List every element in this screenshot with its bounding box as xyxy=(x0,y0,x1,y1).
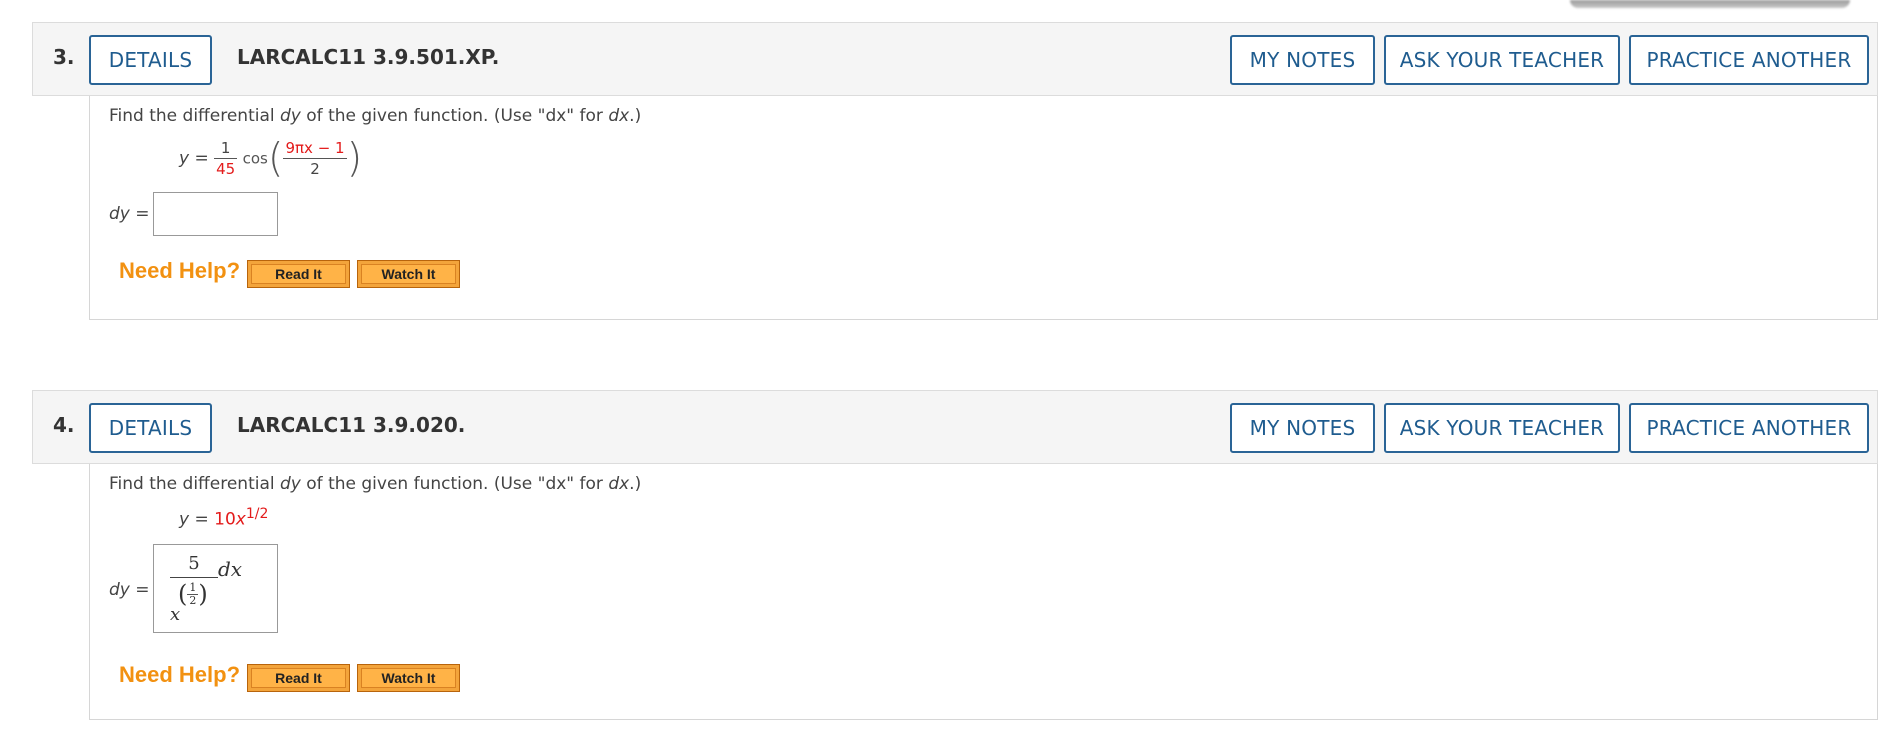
watch-it-label: Watch It xyxy=(361,668,456,688)
argument-fraction: 9πx − 1 2 xyxy=(283,138,347,179)
answer-fraction: 5 x (1 2) xyxy=(170,553,218,628)
details-button[interactable]: DETAILS xyxy=(89,35,212,85)
function-equation: y = 1 45 cos( 9πx − 1 2 ) xyxy=(179,138,362,179)
prompt-text-mid: of the given function. (Use "dx" for xyxy=(300,474,609,494)
watch-it-label: Watch It xyxy=(361,264,456,284)
argument-denominator: 2 xyxy=(310,160,320,178)
ask-teacher-button[interactable]: ASK YOUR TEACHER xyxy=(1384,403,1620,453)
need-help-label: Need Help? xyxy=(119,258,241,283)
practice-another-button[interactable]: PRACTICE ANOTHER xyxy=(1629,403,1869,453)
read-it-label: Read It xyxy=(251,264,346,284)
equation-exponent: 1/2 xyxy=(245,506,269,522)
question-header: 4. DETAILS LARCALC11 3.9.020. MY NOTES A… xyxy=(32,390,1878,464)
prompt-variable: dy xyxy=(280,106,301,126)
equation-lhs: y = xyxy=(179,148,209,169)
answer-denominator: x (1 2) xyxy=(170,578,218,628)
answer-dx: dx xyxy=(218,557,243,581)
argument-numerator-text: 9πx − 1 xyxy=(285,139,345,157)
exponent-numerator: 1 xyxy=(187,580,199,595)
prompt-text: Find the differential xyxy=(109,106,281,126)
practice-another-button[interactable]: PRACTICE ANOTHER xyxy=(1629,35,1869,85)
fraction-numerator: 1 xyxy=(214,138,238,159)
question-prompt: Find the differential dy of the given fu… xyxy=(109,106,641,126)
argument-numerator: 9πx − 1 xyxy=(283,138,347,159)
prompt-dx: dx xyxy=(608,106,630,126)
my-notes-button[interactable]: MY NOTES xyxy=(1230,35,1375,85)
question-prompt: Find the differential dy of the given fu… xyxy=(109,474,641,494)
read-it-label: Read It xyxy=(251,668,346,688)
question-header: 3. DETAILS LARCALC11 3.9.501.XP. MY NOTE… xyxy=(32,22,1878,96)
exponent-paren-group: (1 2) xyxy=(178,580,208,608)
function-name: cos xyxy=(242,149,268,168)
question-number: 3. xyxy=(53,45,75,69)
read-it-button[interactable]: Read It xyxy=(247,260,350,288)
question-number: 4. xyxy=(53,413,75,437)
dy-label: dy = xyxy=(109,204,150,224)
equation-variable: x xyxy=(235,509,246,530)
ask-teacher-button[interactable]: ASK YOUR TEACHER xyxy=(1384,35,1620,85)
function-equation: y = 10x1/2 xyxy=(179,506,268,530)
details-button[interactable]: DETAILS xyxy=(89,403,212,453)
watch-it-button[interactable]: Watch It xyxy=(357,260,460,288)
overlay-shadow xyxy=(1570,0,1850,8)
dy-label: dy = xyxy=(109,580,150,600)
fraction-denominator: 45 xyxy=(216,160,236,178)
exponent-fraction: 12 xyxy=(187,580,199,607)
answer-input[interactable] xyxy=(153,192,278,236)
question-code: LARCALC11 3.9.501.XP. xyxy=(237,45,500,69)
need-help-label: Need Help? xyxy=(119,662,241,687)
answer-numerator: 5 xyxy=(170,553,218,578)
exponent-denominator: 2 xyxy=(189,593,197,607)
coefficient-fraction: 1 45 xyxy=(214,138,238,179)
right-paren: ) xyxy=(346,135,363,182)
prompt-text-mid: of the given function. (Use "dx" for xyxy=(300,106,609,126)
question-code: LARCALC11 3.9.020. xyxy=(237,413,466,437)
answer-display[interactable]: 5 x (1 2) dx xyxy=(153,544,278,633)
question-body: Find the differential dy of the given fu… xyxy=(89,96,1878,320)
watch-it-button[interactable]: Watch It xyxy=(357,664,460,692)
equation-lhs: y = xyxy=(179,509,209,530)
prompt-text: Find the differential xyxy=(109,474,281,494)
question-body: Find the differential dy of the given fu… xyxy=(89,464,1878,720)
prompt-dx: dx xyxy=(608,474,630,494)
left-paren: ( xyxy=(267,135,284,182)
prompt-variable: dy xyxy=(280,474,301,494)
prompt-text-end: .) xyxy=(629,106,642,126)
equation-coefficient: 10 xyxy=(214,509,236,530)
my-notes-button[interactable]: MY NOTES xyxy=(1230,403,1375,453)
read-it-button[interactable]: Read It xyxy=(247,664,350,692)
prompt-text-end: .) xyxy=(629,474,642,494)
